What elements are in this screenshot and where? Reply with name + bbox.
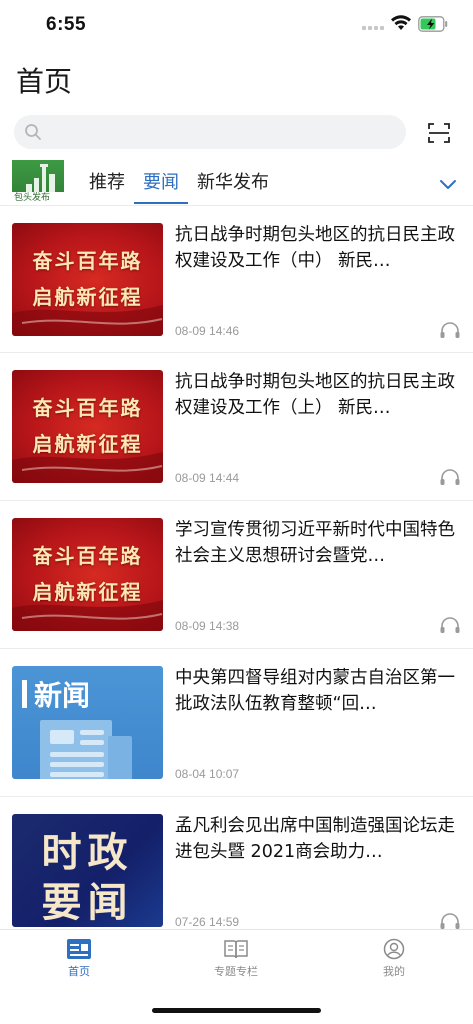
news-thumbnail: 新闻 xyxy=(12,666,163,779)
channel-tabs: 推荐 要闻 新华发布 xyxy=(80,170,278,204)
home-indicator xyxy=(152,1008,321,1013)
scan-icon[interactable] xyxy=(426,120,452,146)
logo-caption-strip: 包头发布 xyxy=(12,192,64,204)
news-thumbnail: 奋斗百年路 启航新征程 xyxy=(12,223,163,336)
news-title: 学习宣传贯彻习近平新时代中国特色社会主义思想研讨会暨党… xyxy=(175,520,455,566)
tab-headlines[interactable]: 要闻 xyxy=(134,170,188,204)
status-time: 6:55 xyxy=(46,14,87,35)
tab-recommend[interactable]: 推荐 xyxy=(80,170,134,204)
news-time: 08-09 14:38 xyxy=(175,619,240,633)
home-icon xyxy=(67,939,91,959)
news-time: 08-09 14:46 xyxy=(175,324,240,338)
bottom-tab-label: 我的 xyxy=(383,965,405,978)
news-time: 07-26 14:59 xyxy=(175,915,240,929)
news-time: 08-09 14:44 xyxy=(175,471,240,485)
news-thumbnail: 奋斗百年路 启航新征程 xyxy=(12,370,163,483)
page-title: 首页 xyxy=(16,65,73,98)
headphones-icon[interactable] xyxy=(439,321,461,339)
search-input[interactable] xyxy=(48,115,398,149)
banner-line-1: 奋斗百年路 xyxy=(32,544,143,568)
news-item[interactable]: 奋斗百年路 启航新征程 学习宣传贯彻习近平新时代中国特色社会主义思想研讨会暨党…… xyxy=(0,501,473,649)
brush-stroke-decoration xyxy=(12,600,163,631)
book-icon xyxy=(224,940,248,959)
news-item[interactable]: 奋斗百年路 启航新征程 抗日战争时期包头地区的抗日民主政权建设及工作（中） 新民… xyxy=(0,205,473,353)
search-bar[interactable] xyxy=(14,115,406,149)
newspaper-back-icon xyxy=(108,736,132,779)
headphones-icon[interactable] xyxy=(439,468,461,486)
brush-stroke-decoration xyxy=(12,452,163,483)
news-item[interactable]: 时政 要闻 孟凡利会见出席中国制造强国论坛走进包头暨 2021商会助力… 07-… xyxy=(0,797,473,945)
battery-charging-icon xyxy=(418,16,448,32)
bottom-tab-mine[interactable]: 我的 xyxy=(344,936,444,979)
news-title: 抗日战争时期包头地区的抗日民主政权建设及工作（上） 新民… xyxy=(175,372,455,418)
profile-icon xyxy=(383,938,405,960)
news-list: 奋斗百年路 启航新征程 抗日战争时期包头地区的抗日民主政权建设及工作（中） 新民… xyxy=(0,205,473,945)
banner-line-2: 启航新征程 xyxy=(32,285,143,309)
banner-accent-bar xyxy=(22,680,27,708)
channel-logo[interactable]: 包头发布 xyxy=(12,160,64,204)
news-thumbnail: 时政 要闻 xyxy=(12,814,163,927)
wifi-icon xyxy=(391,15,411,30)
search-icon xyxy=(25,124,41,140)
bottom-tab-label: 专题专栏 xyxy=(214,965,258,978)
bottom-tab-home[interactable]: 首页 xyxy=(29,936,129,979)
signal-icon xyxy=(362,25,384,31)
news-title: 中央第四督导组对内蒙古自治区第一批政法队伍教育整顿“回… xyxy=(175,668,455,714)
tab-xinhua-release[interactable]: 新华发布 xyxy=(188,170,278,204)
headphones-icon[interactable] xyxy=(439,912,461,930)
banner-line-2: 启航新征程 xyxy=(32,580,143,604)
bottom-tab-topics[interactable]: 专题专栏 xyxy=(186,936,286,979)
news-item[interactable]: 奋斗百年路 启航新征程 抗日战争时期包头地区的抗日民主政权建设及工作（上） 新民… xyxy=(0,353,473,501)
newspaper-icon xyxy=(40,720,112,779)
news-title: 抗日战争时期包头地区的抗日民主政权建设及工作（中） 新民… xyxy=(175,225,455,271)
banner-line-2: 启航新征程 xyxy=(32,432,143,456)
status-bar: 6:55 xyxy=(0,0,473,50)
banner-line-2: 要闻 xyxy=(41,880,134,926)
headphones-icon[interactable] xyxy=(439,616,461,634)
logo-text: 包头发布 xyxy=(14,193,51,203)
news-item[interactable]: 新闻 中央第四督导组对内蒙古自治区第一批政法队伍教育整顿“回… 08-04 10… xyxy=(0,649,473,797)
banner-line-1: 奋斗百年路 xyxy=(32,249,143,273)
news-time: 08-04 10:07 xyxy=(175,767,240,781)
chevron-down-icon[interactable] xyxy=(438,176,458,192)
brush-stroke-decoration xyxy=(12,305,163,336)
news-thumbnail: 奋斗百年路 启航新征程 xyxy=(12,518,163,631)
banner-line-1: 奋斗百年路 xyxy=(32,396,143,420)
banner-label: 新闻 xyxy=(34,679,91,712)
bottom-tab-label: 首页 xyxy=(68,965,90,978)
news-title: 孟凡利会见出席中国制造强国论坛走进包头暨 2021商会助力… xyxy=(175,816,455,862)
